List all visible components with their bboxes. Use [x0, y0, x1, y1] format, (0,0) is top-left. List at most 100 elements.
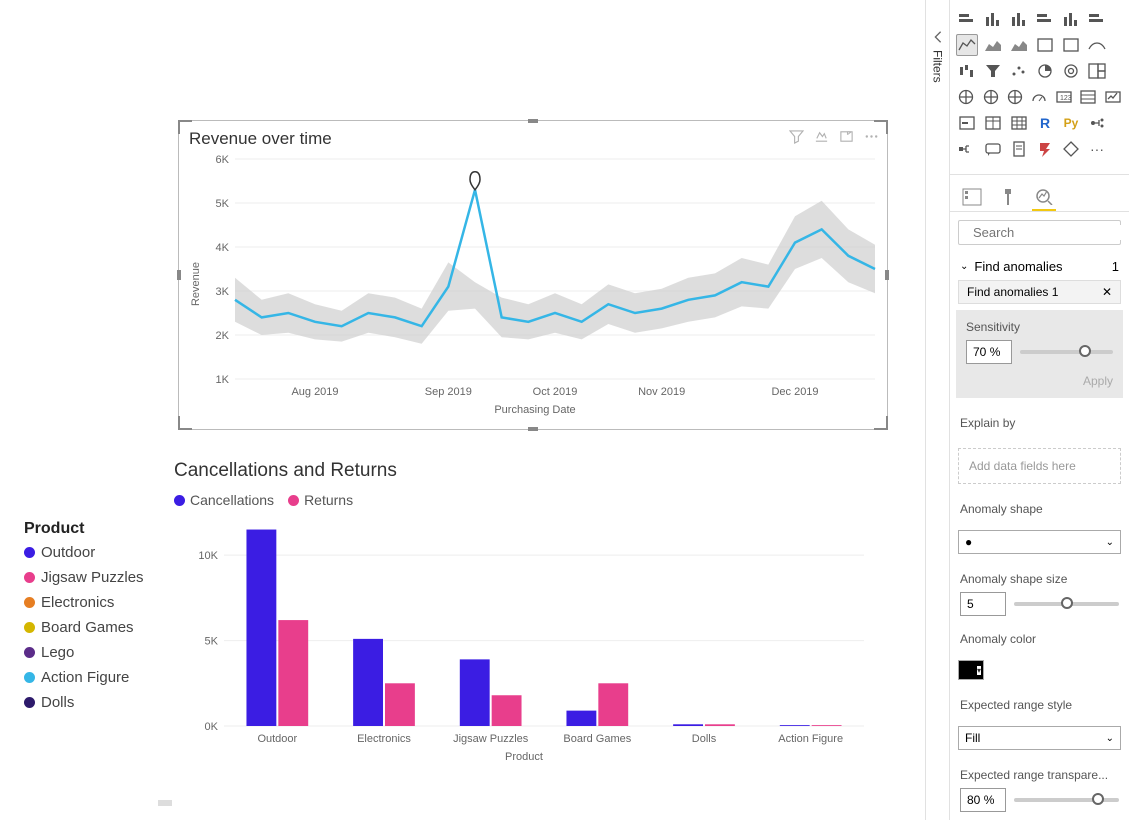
search-box[interactable] [958, 220, 1121, 245]
viz-type-funnel[interactable] [982, 60, 1004, 82]
legend-dot [24, 647, 35, 658]
viz-type-area[interactable] [982, 34, 1004, 56]
expand-icon[interactable] [931, 30, 945, 44]
close-icon[interactable]: ✕ [1102, 285, 1112, 299]
spotlight-icon[interactable] [814, 129, 829, 144]
shape-size-slider[interactable] [1014, 602, 1119, 606]
viz-type-power-apps[interactable] [1060, 138, 1082, 160]
resize-handle-t[interactable] [528, 119, 538, 123]
scrollbar-stub[interactable] [158, 800, 172, 806]
slicer-item[interactable]: Dolls [24, 694, 144, 711]
analytics-tab[interactable] [1032, 183, 1056, 211]
resize-handle-tl[interactable] [178, 120, 192, 134]
viz-type-line-clustered[interactable] [1034, 34, 1056, 56]
viz-type-clustered-bar[interactable] [1086, 8, 1108, 30]
viz-type-ribbon[interactable] [1086, 34, 1108, 56]
filters-pane-collapsed[interactable]: Filters [925, 0, 949, 820]
viz-type-stacked-column[interactable] [1008, 8, 1030, 30]
slicer-item-label: Board Games [41, 619, 134, 636]
viz-type-shape-map[interactable] [1005, 86, 1025, 108]
viz-type-stacked-bar[interactable] [956, 8, 978, 30]
anomaly-shape-dropdown[interactable]: ● ⌄ [958, 530, 1121, 554]
focus-mode-icon[interactable] [839, 129, 854, 144]
svg-text:1K: 1K [216, 374, 230, 386]
product-slicer[interactable]: Product Outdoor Jigsaw Puzzles Electronics… [24, 520, 144, 719]
chevron-down-icon: ⌄ [960, 261, 968, 272]
bar-chart-visual[interactable]: Cancellations and Returns CancellationsR… [174, 460, 884, 771]
expected-range-style-dropdown[interactable]: Fill ⌄ [958, 726, 1121, 750]
chevron-down-icon: ⌄ [1106, 733, 1114, 744]
sensitivity-slider[interactable] [1020, 350, 1113, 354]
visualizations-pane: 123 RPy··· ⌄ Find anomalies 1 Find anomal… [949, 0, 1129, 820]
viz-type-map[interactable] [956, 86, 976, 108]
explain-by-field-well[interactable]: Add data fields here [958, 448, 1121, 484]
viz-type-decomposition[interactable] [956, 138, 978, 160]
more-options-icon[interactable] [864, 129, 879, 144]
svg-text:Purchasing Date: Purchasing Date [494, 404, 575, 416]
viz-type-matrix[interactable] [1008, 112, 1030, 134]
viz-type-table[interactable] [982, 112, 1004, 134]
slicer-title: Product [24, 520, 144, 538]
viz-type-treemap[interactable] [1086, 60, 1108, 82]
sensitivity-input[interactable]: 70 % [966, 340, 1012, 364]
svg-text:0K: 0K [205, 721, 219, 733]
svg-text:Dolls: Dolls [692, 733, 717, 745]
viz-type-paginated[interactable] [1008, 138, 1030, 160]
format-tab[interactable] [996, 183, 1020, 211]
slicer-item[interactable]: Outdoor [24, 544, 144, 561]
slicer-item[interactable]: Lego [24, 644, 144, 661]
viz-type-line-stacked[interactable] [1060, 34, 1082, 56]
viz-type-py-visual[interactable]: Py [1060, 112, 1082, 134]
search-input[interactable] [973, 225, 1129, 240]
viz-type-donut[interactable] [1060, 60, 1082, 82]
slicer-item[interactable]: Action Figure [24, 669, 144, 686]
slicer-item[interactable]: Jigsaw Puzzles [24, 569, 144, 586]
find-anomalies-header[interactable]: ⌄ Find anomalies 1 [950, 253, 1129, 280]
svg-text:123: 123 [1060, 95, 1072, 102]
legend-marker [288, 495, 299, 506]
viz-type-more[interactable]: ··· [1086, 138, 1108, 160]
viz-type-100-stacked-column[interactable] [1060, 8, 1082, 30]
slicer-item[interactable]: Electronics [24, 594, 144, 611]
viz-type-slicer[interactable] [956, 112, 978, 134]
slicer-item-label: Action Figure [41, 669, 129, 686]
viz-type-multi-row-card[interactable] [1078, 86, 1098, 108]
legend-dot [24, 547, 35, 558]
viz-type-kpi[interactable] [1103, 86, 1123, 108]
viz-type-stacked-area[interactable] [1008, 34, 1030, 56]
filter-icon[interactable] [789, 129, 804, 144]
slicer-item-label: Lego [41, 644, 74, 661]
slicer-item[interactable]: Board Games [24, 619, 144, 636]
viz-type-r-visual[interactable]: R [1034, 112, 1056, 134]
transparency-slider[interactable] [1014, 798, 1119, 802]
viz-type-clustered-column[interactable] [982, 8, 1004, 30]
resize-handle-r[interactable] [885, 270, 889, 280]
chevron-down-icon: ⌄ [1106, 537, 1114, 548]
viz-type-pie[interactable] [1034, 60, 1056, 82]
viz-type-key-influencers[interactable] [1086, 112, 1108, 134]
viz-type-card[interactable]: 123 [1054, 86, 1074, 108]
transparency-input[interactable]: 80 % [960, 788, 1006, 812]
line-chart-visual[interactable]: Revenue over time 1K2K3K4K5K6KAug 2019Se… [178, 120, 888, 430]
shape-size-input[interactable]: 5 [960, 592, 1006, 616]
viz-type-line[interactable] [956, 34, 978, 56]
apply-button[interactable]: Apply [966, 374, 1113, 388]
viz-type-100-stacked-bar[interactable] [1034, 8, 1056, 30]
report-canvas[interactable]: Product Outdoor Jigsaw Puzzles Electronics… [0, 0, 925, 820]
anomaly-instance-badge[interactable]: Find anomalies 1 ✕ [958, 280, 1121, 304]
resize-handle-l[interactable] [177, 270, 181, 280]
viz-type-power-automate[interactable] [1034, 138, 1056, 160]
svg-text:Electronics: Electronics [357, 733, 411, 745]
slicer-item-label: Outdoor [41, 544, 95, 561]
viz-type-gauge[interactable] [1029, 86, 1049, 108]
legend-dot [24, 697, 35, 708]
viz-type-qa[interactable] [982, 138, 1004, 160]
svg-text:10K: 10K [198, 550, 218, 562]
viz-type-scatter[interactable] [1008, 60, 1030, 82]
anomaly-color-picker[interactable] [958, 660, 984, 680]
resize-handle-b[interactable] [528, 427, 538, 431]
fields-tab[interactable] [960, 183, 984, 211]
viz-type-filled-map[interactable] [980, 86, 1000, 108]
viz-type-waterfall[interactable] [956, 60, 978, 82]
chart-title: Cancellations and Returns [174, 460, 884, 482]
